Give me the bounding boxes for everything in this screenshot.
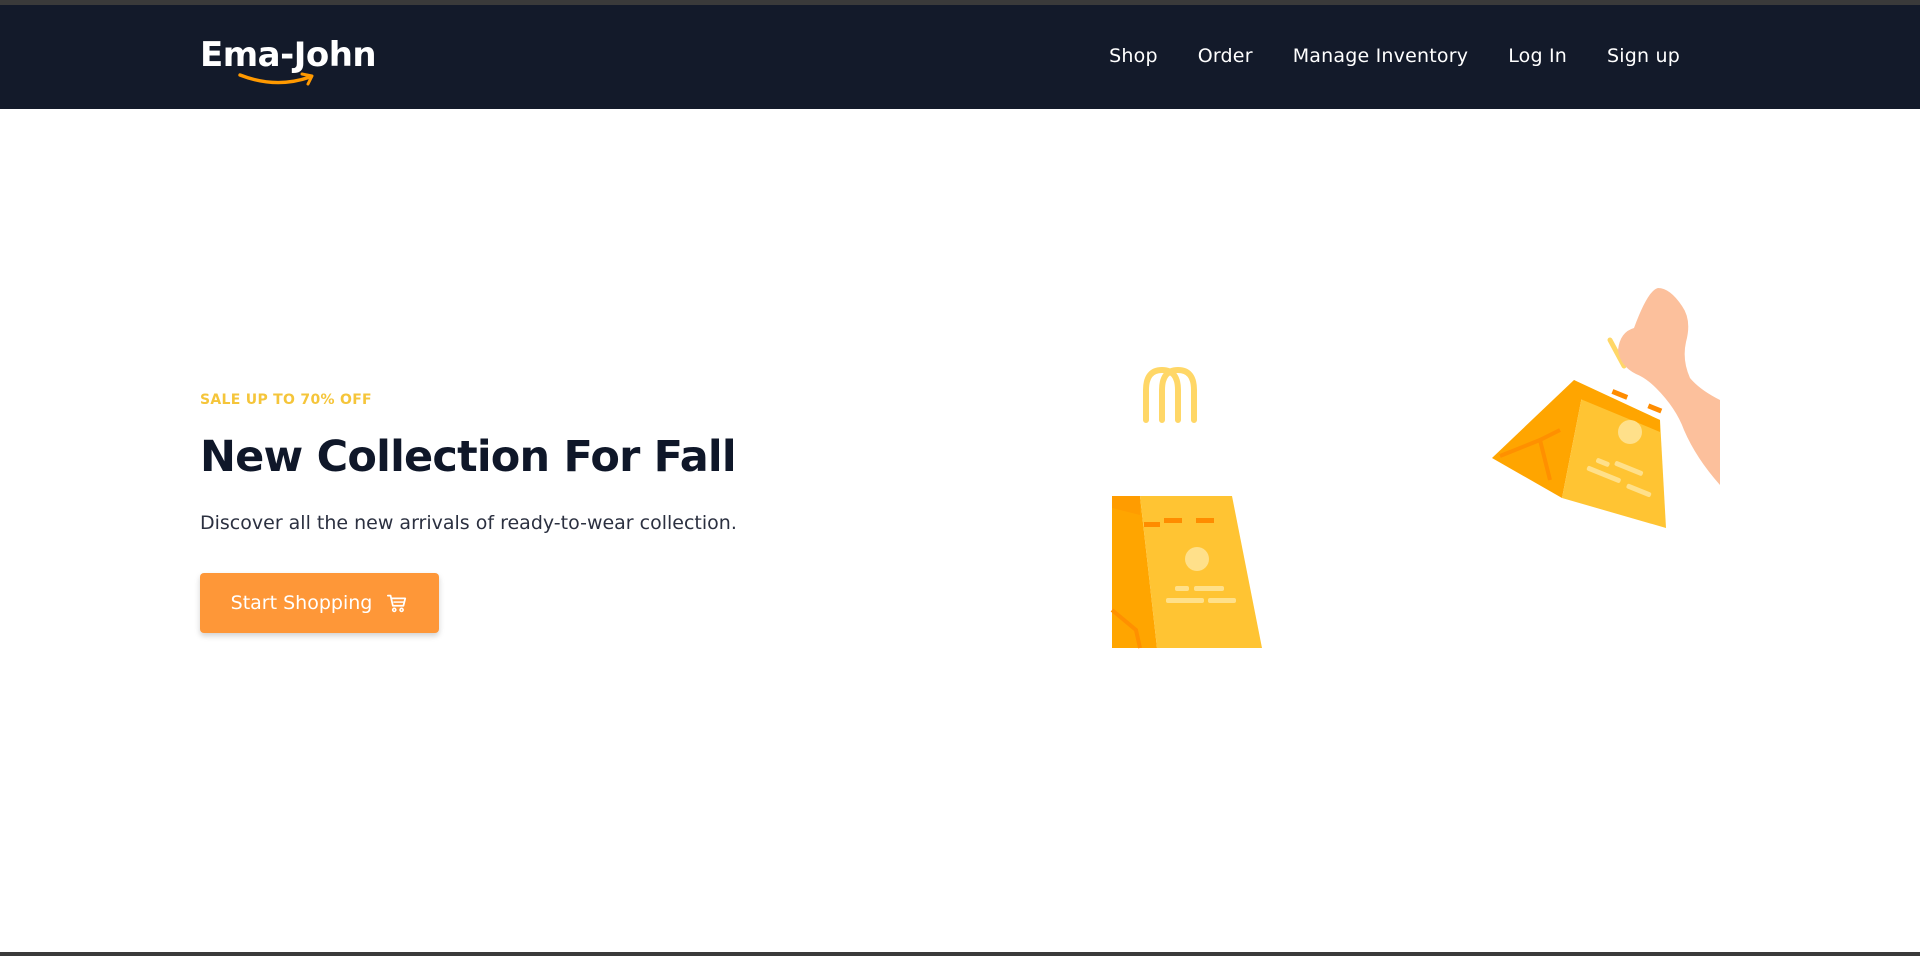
sale-tag: SALE UP TO 70% OFF	[200, 392, 372, 408]
hero-title: New Collection For Fall	[200, 432, 737, 482]
cart-icon	[387, 594, 407, 613]
nav-sign-up[interactable]: Sign up	[1607, 45, 1680, 67]
start-shopping-label: Start Shopping	[230, 592, 373, 614]
brand-name: Ema-John	[200, 35, 377, 75]
shopping-bag-left	[1110, 366, 1262, 649]
navbar: Ema-John Shop Order Manage Inventory Log…	[0, 5, 1920, 109]
smile-arrow-icon	[238, 72, 314, 86]
start-shopping-button[interactable]: Start Shopping	[200, 573, 439, 633]
nav-manage-inventory[interactable]: Manage Inventory	[1293, 45, 1468, 67]
hero-description: Discover all the new arrivals of ready-t…	[200, 512, 737, 534]
main-nav: Shop Order Manage Inventory Log In Sign …	[1109, 45, 1680, 67]
nav-log-in[interactable]: Log In	[1508, 45, 1567, 67]
brand-logo[interactable]: Ema-John	[200, 35, 380, 91]
nav-order[interactable]: Order	[1198, 45, 1253, 67]
window-bottom-border	[0, 952, 1920, 956]
nav-shop[interactable]: Shop	[1109, 45, 1158, 67]
shopping-bags-illustration	[1110, 288, 1720, 649]
